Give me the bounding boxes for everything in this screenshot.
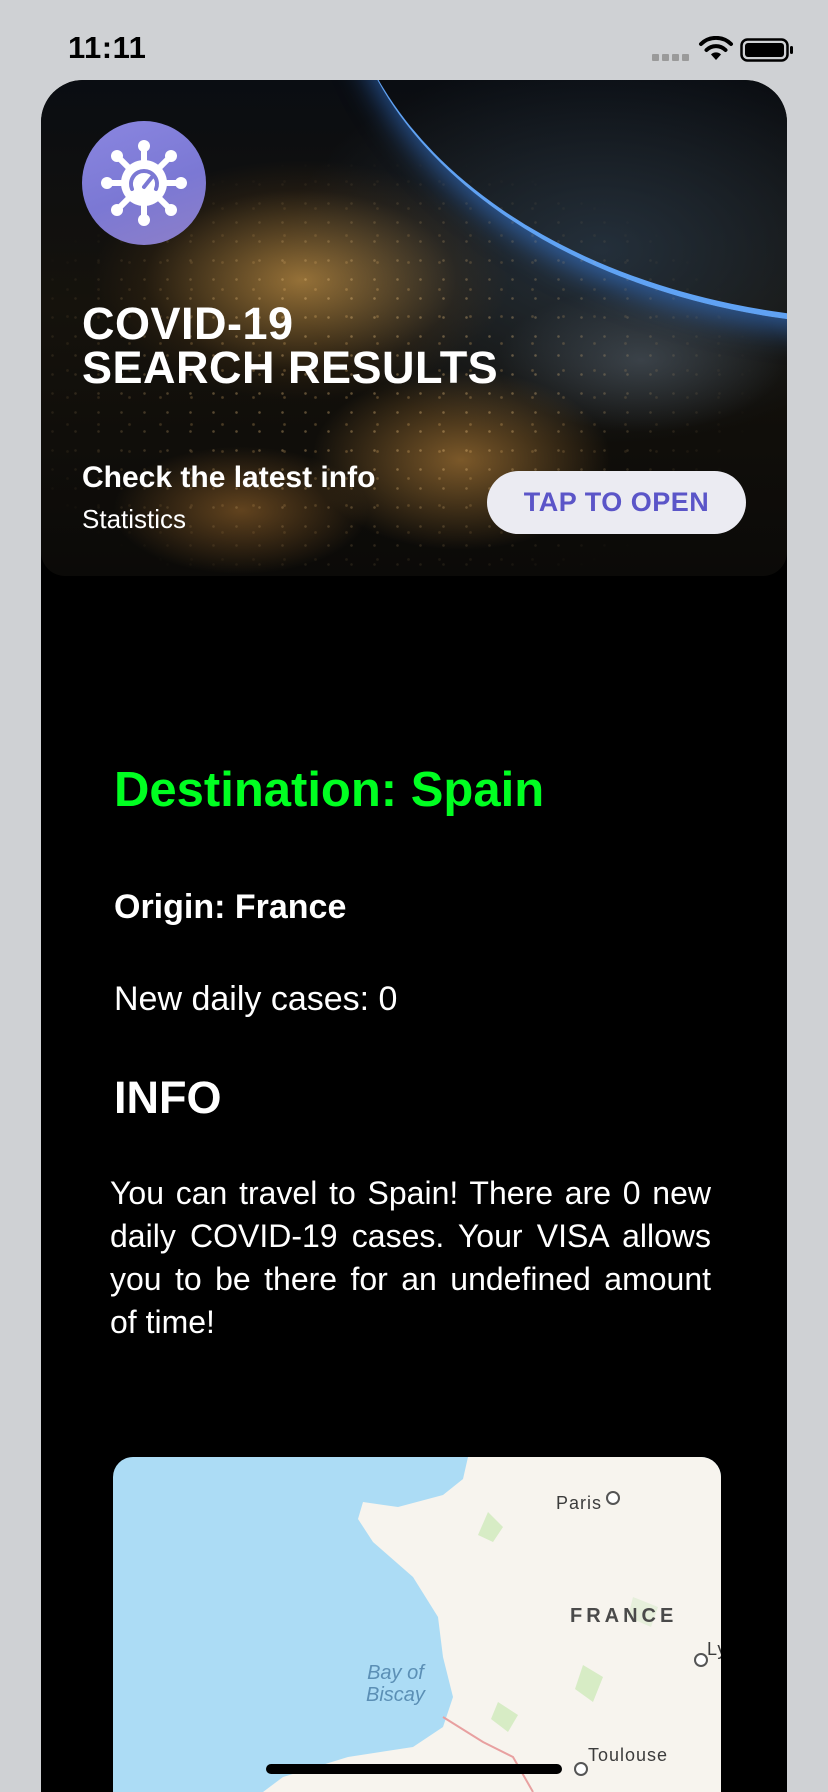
hero-title-line2: SEARCH RESULTS — [82, 342, 499, 393]
map-label-toulouse: Toulouse — [588, 1745, 669, 1765]
paris-marker — [606, 1491, 620, 1505]
info-heading: INFO — [114, 1072, 222, 1123]
tap-to-open-button[interactable]: TAP TO OPEN — [487, 471, 746, 534]
status-bar: 11:11 — [0, 0, 828, 80]
battery-icon — [740, 38, 793, 62]
map-label-bay-of-biscay: Bay of Biscay — [366, 1662, 425, 1706]
virus-icon — [101, 140, 187, 226]
hero-title-line1: COVID-19 — [82, 298, 294, 349]
map-label-lyon: Ly — [707, 1639, 721, 1659]
app-logo — [82, 121, 206, 245]
hero-title: COVID-19 SEARCH RESULTS — [82, 298, 499, 393]
lyon-marker — [694, 1653, 708, 1667]
map-label-paris: Paris — [556, 1493, 603, 1513]
info-text: You can travel to Spain! There are 0 new… — [110, 1175, 711, 1340]
origin-text: Origin: France — [114, 888, 347, 926]
signal-icon — [652, 54, 690, 62]
hero-caption: Statistics — [82, 504, 187, 534]
toulouse-marker — [574, 1762, 588, 1776]
hero-subtitle: Check the latest info — [82, 461, 376, 494]
water-label-line2: Biscay — [366, 1684, 425, 1706]
map-label-france: FRANCE — [570, 1605, 678, 1627]
home-indicator[interactable] — [266, 1764, 562, 1774]
map-view[interactable]: Paris FRANCE Ly Bay of Biscay Toulouse — [113, 1457, 721, 1792]
destination-heading: Destination: Spain — [114, 763, 545, 817]
status-time: 11:11 — [68, 30, 147, 65]
water-label-line1: Bay of — [367, 1662, 424, 1684]
wifi-icon — [699, 36, 733, 60]
results-card: COVID-19 SEARCH RESULTS Check the latest… — [41, 80, 787, 1792]
hero-banner: COVID-19 SEARCH RESULTS Check the latest… — [41, 80, 787, 576]
daily-cases-text: New daily cases: 0 — [114, 980, 398, 1018]
